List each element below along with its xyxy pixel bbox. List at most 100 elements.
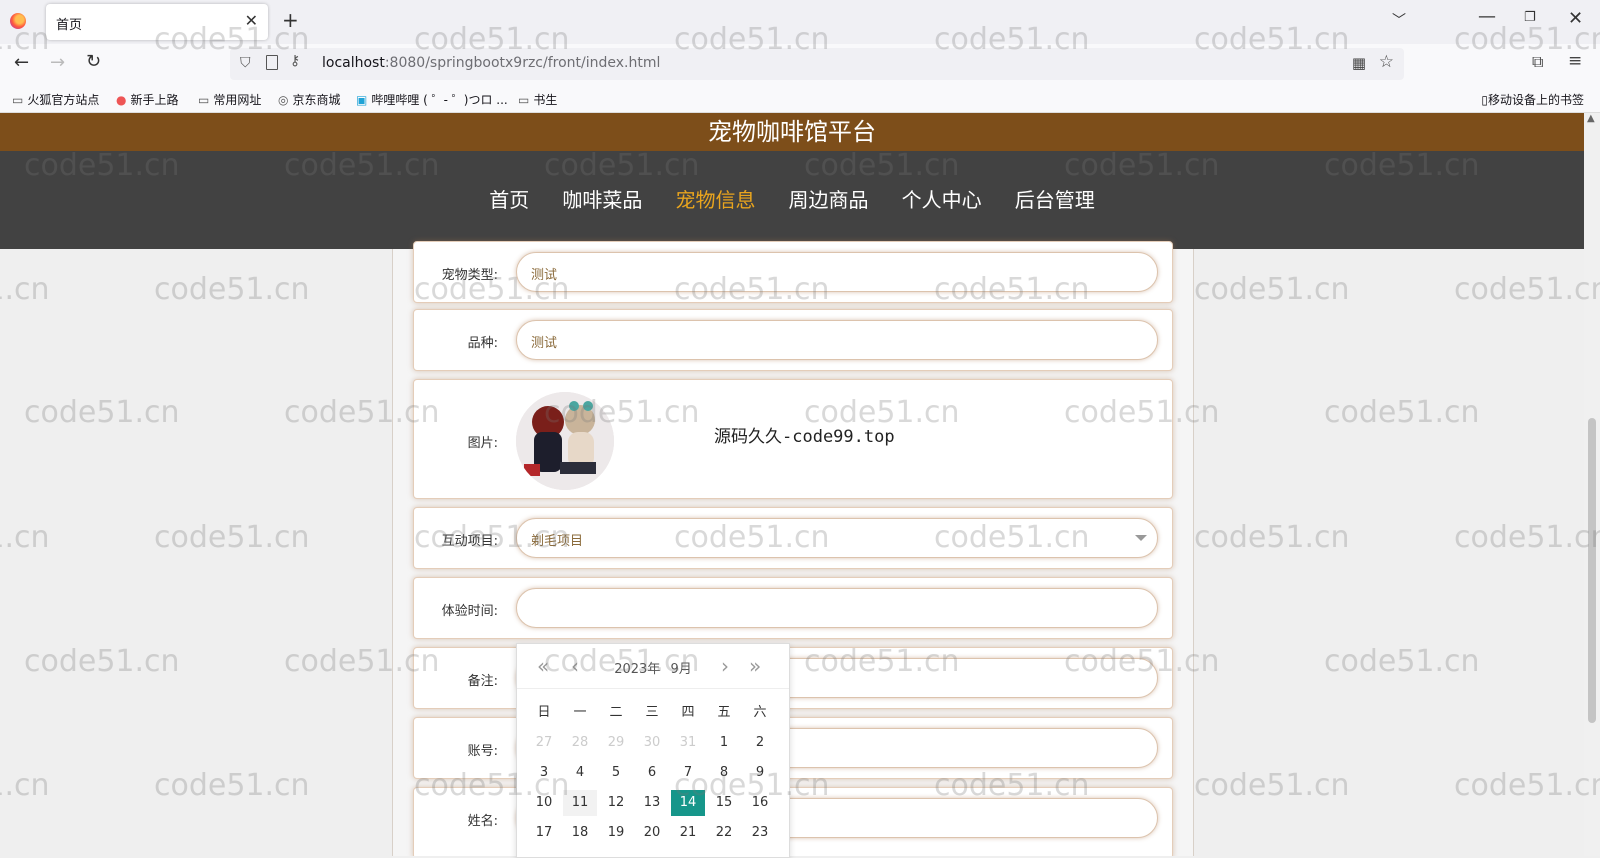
scrollbar-thumb[interactable] <box>1588 418 1596 723</box>
date-picker-year[interactable]: 2023年 <box>614 662 660 677</box>
pet-image-illustration <box>516 392 614 490</box>
nav-item-admin[interactable]: 后台管理 <box>1015 151 1095 249</box>
url-text[interactable]: localhost:8080/springbootx9rzc/front/ind… <box>322 55 660 71</box>
calendar-day[interactable]: 5 <box>599 760 633 786</box>
calendar-day[interactable]: 19 <box>599 820 633 846</box>
url-host: localhost <box>322 55 385 71</box>
calendar-day[interactable]: 21 <box>671 820 705 846</box>
bookmark-item[interactable]: ▣ 哔哩哔哩 ( ゜- ゜)つロ ... <box>356 91 508 108</box>
mobile-icon: ▯ <box>1481 93 1488 107</box>
bilibili-icon: ▣ <box>356 93 368 107</box>
weekday-header: 四 <box>681 705 695 720</box>
calendar-day[interactable]: 22 <box>707 820 741 846</box>
scroll-up-icon[interactable]: ▲ <box>1587 113 1595 124</box>
close-icon[interactable]: ✕ <box>245 11 258 30</box>
tab-title: 首页 <box>56 18 83 33</box>
key-icon[interactable]: ⚷ <box>290 53 300 69</box>
star-icon[interactable]: ☆ <box>1379 52 1394 72</box>
calendar-day[interactable]: 8 <box>707 760 741 786</box>
weekday-header: 三 <box>645 705 659 720</box>
calendar-day[interactable]: 31 <box>671 730 705 756</box>
bookmarks-bar: ▭ 火狐官方站点 ● 新手上路 ▭ 常用网址 ◎ 京东商城 ▣ 哔哩哔哩 ( ゜- ゜)つ… <box>0 86 1600 113</box>
time-label: 体验时间: <box>441 604 498 619</box>
extensions-icon[interactable]: ⧉ <box>1532 52 1543 72</box>
calendar-day[interactable]: 13 <box>635 790 669 816</box>
calendar-day[interactable]: 11 <box>563 790 597 816</box>
form-row-image: 图片: 源码久久-code99.top <box>413 379 1173 499</box>
back-icon[interactable]: ← <box>14 52 29 73</box>
url-bar[interactable]: ⛉ ⚷ localhost:8080/springbootx9rzc/front… <box>230 48 1404 80</box>
firefox-icon <box>10 13 26 29</box>
calendar-day[interactable]: 15 <box>707 790 741 816</box>
bookmark-item[interactable]: ◎ 京东商城 <box>278 91 341 108</box>
activity-select[interactable]: 剃毛项目 <box>516 518 1158 558</box>
calendar-day[interactable]: 7 <box>671 760 705 786</box>
calendar-day[interactable]: 18 <box>563 820 597 846</box>
nav-item-coffee[interactable]: 咖啡菜品 <box>562 151 642 249</box>
nav-item-pets[interactable]: 宠物信息 <box>675 151 755 249</box>
chevron-down-icon <box>1135 535 1147 541</box>
pet-type-label: 宠物类型: <box>441 268 498 283</box>
calendar-day[interactable]: 17 <box>527 820 561 846</box>
next-month-icon[interactable]: › <box>721 654 729 678</box>
calendar-day[interactable]: 28 <box>563 730 597 756</box>
reload-icon[interactable]: ↻ <box>86 51 101 72</box>
note-label: 备注: <box>467 674 498 689</box>
calendar-day[interactable]: 4 <box>563 760 597 786</box>
nav-item-profile[interactable]: 个人中心 <box>902 151 982 249</box>
calendar-day[interactable]: 2 <box>743 730 777 756</box>
image-watermark-text: 源码久久-code99.top <box>714 427 895 447</box>
weekday-header: 日 <box>537 705 551 720</box>
pet-type-input[interactable]: 测试 <box>516 252 1158 292</box>
calendar-day[interactable]: 23 <box>743 820 777 846</box>
date-picker: « ‹ 2023年 9月 › » 日一二三四五六 27 28 29 30 31 1 2 3 4 5 6… <box>516 643 790 858</box>
pet-image <box>516 392 614 490</box>
weekday-header: 二 <box>609 705 623 720</box>
calendar-day[interactable]: 16 <box>743 790 777 816</box>
calendar-day[interactable]: 9 <box>743 760 777 786</box>
mobile-bookmarks[interactable]: ▯移动设备上的书签 <box>1481 91 1584 108</box>
calendar-day[interactable]: 10 <box>527 790 561 816</box>
calendar-day[interactable]: 27 <box>527 730 561 756</box>
calendar-day[interactable]: 30 <box>635 730 669 756</box>
browser-tab-bar: 首页 ✕ + ﹀ — ❐ ✕ <box>0 0 1600 44</box>
bookmark-item[interactable]: ▭ 常用网址 <box>198 91 261 108</box>
new-tab-icon[interactable]: + <box>282 8 299 32</box>
nav-item-home[interactable]: 首页 <box>489 151 529 249</box>
account-label: 账号: <box>467 744 498 759</box>
calendar-day[interactable]: 1 <box>707 730 741 756</box>
folder-icon: ▭ <box>518 93 530 107</box>
restore-icon[interactable]: ❐ <box>1524 10 1536 25</box>
browser-nav-bar: ← → ↻ ⛉ ⚷ localhost:8080/springbootx9rzc… <box>0 44 1600 86</box>
form-row-pet-type: 宠物类型: 测试 <box>413 241 1173 303</box>
forward-icon[interactable]: → <box>50 52 65 73</box>
bookmark-item[interactable]: ▭ 火狐官方站点 <box>12 91 99 108</box>
calendar-day[interactable]: 3 <box>527 760 561 786</box>
calendar-day[interactable]: 14 <box>671 790 705 816</box>
shield-icon[interactable]: ⛉ <box>240 55 251 71</box>
bookmark-item[interactable]: ▭ 书生 <box>518 91 557 108</box>
minimize-icon[interactable]: — <box>1478 6 1496 27</box>
weekday-header: 一 <box>573 705 587 720</box>
date-picker-month[interactable]: 9月 <box>670 662 691 677</box>
form-row-breed: 品种: 测试 <box>413 309 1173 371</box>
time-input[interactable] <box>516 588 1158 628</box>
calendar-day[interactable]: 20 <box>635 820 669 846</box>
nav-item-goods[interactable]: 周边商品 <box>789 151 869 249</box>
calendar-day[interactable]: 6 <box>635 760 669 786</box>
breed-input[interactable]: 测试 <box>516 320 1158 360</box>
window-close-icon[interactable]: ✕ <box>1568 8 1583 29</box>
globe-icon: ◎ <box>278 93 289 107</box>
chevron-down-icon[interactable]: ﹀ <box>1392 10 1406 30</box>
browser-tab[interactable]: 首页 ✕ <box>46 4 268 40</box>
menu-icon[interactable]: ≡ <box>1568 51 1582 71</box>
site-header: 宠物咖啡馆平台 <box>0 113 1584 151</box>
qr-code-icon[interactable]: ▦ <box>1352 54 1366 72</box>
calendar-day[interactable]: 12 <box>599 790 633 816</box>
url-path: :8080/springbootx9rzc/front/index.html <box>384 55 661 71</box>
page-scrollbar[interactable]: ▲ <box>1584 113 1600 856</box>
next-year-icon[interactable]: » <box>749 654 761 678</box>
calendar-day[interactable]: 29 <box>599 730 633 756</box>
folder-icon: ▭ <box>198 93 210 107</box>
bookmark-item[interactable]: ● 新手上路 <box>116 91 179 108</box>
